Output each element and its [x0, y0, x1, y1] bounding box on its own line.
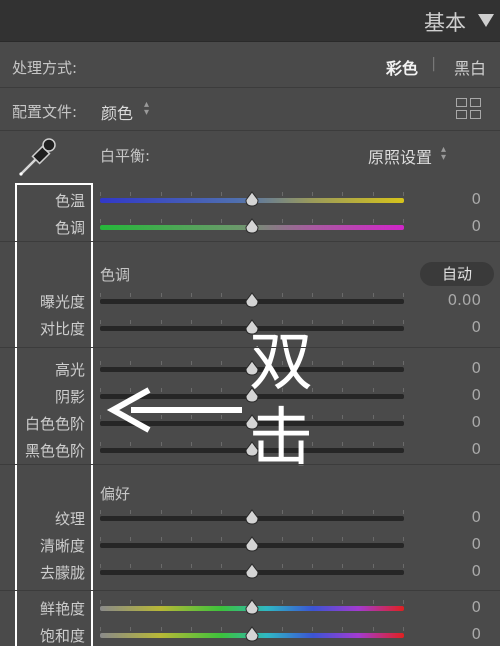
arrow-left-icon [105, 385, 245, 435]
tone-section-title: 色调 [100, 266, 131, 284]
divider [0, 241, 500, 242]
slider-value[interactable]: 0 [471, 440, 481, 458]
slider-value[interactable]: 0 [471, 562, 481, 580]
slider-value[interactable]: 0 [471, 535, 481, 553]
presence-section-title: 偏好 [100, 485, 131, 503]
treatment-color-option[interactable]: 彩色 [386, 55, 418, 79]
divider [0, 464, 500, 465]
panel-title: 基本 [424, 11, 466, 35]
annotation-text-line1: 双 [249, 326, 313, 400]
annotation-text-line2: 击 [249, 402, 313, 476]
white-balance-select[interactable]: 原照设置 [368, 144, 432, 168]
slider-value[interactable]: 0 [471, 598, 481, 616]
slider-value[interactable]: 0.00 [448, 291, 481, 309]
divider [0, 87, 500, 88]
treatment-label: 处理方式: [12, 59, 78, 77]
white-balance-label: 白平衡: [100, 147, 151, 165]
slider-value[interactable]: 0 [471, 508, 481, 526]
auto-tone-button[interactable]: 自动 [420, 262, 494, 286]
triangle-down-icon[interactable] [478, 14, 494, 27]
slider-value[interactable]: 0 [471, 625, 481, 643]
profile-stepper-icon[interactable]: ▴ ▾ [144, 100, 149, 118]
white-balance-stepper-icon[interactable]: ▴ ▾ [441, 145, 446, 163]
divider [0, 347, 500, 348]
treatment-separator: | [431, 56, 436, 72]
eyedropper-icon[interactable] [16, 134, 60, 178]
treatment-bw-option[interactable]: 黑白 [454, 55, 486, 79]
profile-label: 配置文件: [12, 103, 78, 121]
annotation-box [15, 183, 93, 646]
divider [0, 130, 500, 131]
panel-header[interactable]: 基本 [0, 0, 500, 42]
divider [0, 590, 500, 591]
slider-value[interactable]: 0 [471, 318, 481, 336]
grid-icon[interactable] [456, 98, 482, 120]
slider-value[interactable]: 0 [471, 359, 481, 377]
profile-select[interactable]: 颜色 [101, 100, 133, 124]
slider-value[interactable]: 0 [471, 217, 481, 235]
slider-value[interactable]: 0 [471, 190, 481, 208]
slider-value[interactable]: 0 [471, 386, 481, 404]
slider-value[interactable]: 0 [471, 413, 481, 431]
